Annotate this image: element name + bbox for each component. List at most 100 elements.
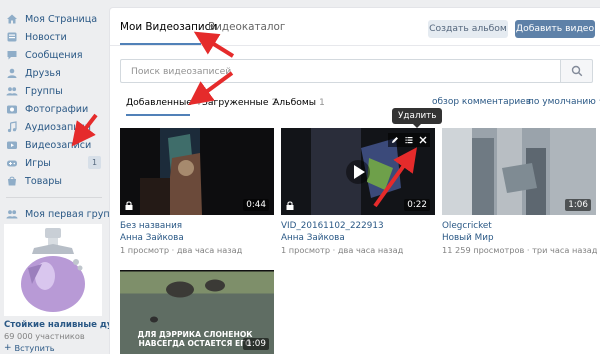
games-icon — [6, 157, 18, 169]
add-video-button[interactable]: Добавить видео — [515, 20, 595, 38]
ad-members-count: 69 000 участников — [4, 331, 85, 341]
sidebar-ad[interactable]: Стойкие наливные духи. 69 000 участников… — [4, 224, 127, 353]
video-title[interactable]: VID_20161102_222913 — [281, 221, 435, 231]
groups-icon — [6, 85, 18, 97]
goods-icon — [6, 175, 18, 187]
tab-my-videos[interactable]: Мои Видеозаписи — [120, 21, 217, 33]
videos-panel: Мои Видеозаписи Видеокаталог Создать аль… — [110, 8, 600, 354]
sidebar-item-messages[interactable]: Сообщения — [0, 46, 108, 64]
video-card[interactable]: ДЛЯ ДЭРРИКА СЛОНЕНОК НАВСЕГДА ОСТАЕТСЯ Е… — [120, 270, 274, 354]
sidebar-item-news[interactable]: Новости — [0, 28, 108, 46]
search-button[interactable] — [560, 59, 593, 83]
video-duration: 0:44 — [243, 199, 269, 211]
edit-button[interactable] — [388, 133, 402, 147]
subtab-albums-label: Альбомы — [273, 97, 317, 108]
active-tab-underline — [120, 43, 201, 45]
video-time: два часа назад — [337, 245, 404, 255]
subtab-albums-count: 1 — [319, 97, 325, 108]
lock-icon — [286, 201, 294, 210]
sidebar-item-my-group[interactable]: Моя первая группа — [0, 205, 122, 223]
tab-video-catalog[interactable]: Видеокаталог — [208, 21, 285, 33]
lock-icon — [125, 201, 133, 210]
sidebar-item-friends[interactable]: Друзья — [0, 64, 108, 82]
video-thumbnail[interactable]: 1:06 — [442, 128, 596, 215]
video-subtabs: Добавленные 4 Загруженные 2 Альбомы 1 обзор… — [110, 92, 600, 120]
delete-button[interactable] — [416, 133, 430, 147]
games-count-badge: 1 — [88, 156, 101, 169]
video-title[interactable]: Olegcricket — [442, 221, 596, 231]
video-duration: 1:06 — [565, 199, 591, 211]
video-meta: 1 просмотр · два часа назад — [281, 245, 404, 255]
create-album-button[interactable]: Создать альбом — [428, 20, 508, 38]
friends-icon — [6, 67, 18, 79]
sidebar-item-music[interactable]: Аудиозаписи — [0, 118, 108, 136]
list-icon — [405, 137, 413, 144]
subtab-albums[interactable]: Альбомы 1 — [273, 97, 325, 108]
plus-icon: + — [4, 343, 12, 353]
home-icon — [6, 13, 18, 25]
sidebar-item-label: Друзья — [25, 67, 61, 79]
video-duration: 1:09 — [243, 338, 269, 350]
video-thumbnail[interactable]: 0:44 — [120, 128, 274, 215]
sort-label: по умолчанию — [528, 97, 596, 107]
sidebar-item-label: Игры — [25, 157, 51, 169]
video-title[interactable]: Без названия — [120, 221, 274, 231]
video-meta: 11 259 просмотров · три часа назад — [442, 245, 598, 255]
subtab-added[interactable]: Добавленные 4 — [126, 97, 201, 108]
group-icon — [6, 208, 18, 220]
video-author[interactable]: Анна Зайкова — [281, 233, 435, 243]
news-icon — [6, 31, 18, 43]
video-thumbnail[interactable]: 0:22 — [281, 128, 435, 215]
sidebar-item-label: Моя первая группа — [25, 208, 122, 220]
sidebar-item-label: Новости — [25, 31, 67, 43]
close-icon — [419, 136, 427, 144]
subtab-added-count: 4 — [194, 97, 201, 108]
ad-join-label: Вступить — [14, 343, 55, 353]
perfume-bottle-image[interactable] — [4, 224, 102, 316]
pencil-icon — [392, 137, 398, 143]
add-to-album-button[interactable] — [402, 133, 416, 147]
sidebar-item-label: Моя Страница — [25, 13, 98, 25]
sidebar-item-label: Видеозаписи — [25, 139, 92, 151]
sidebar-item-label: Фотографии — [25, 103, 89, 115]
photos-icon — [6, 103, 18, 115]
video-duration: 0:22 — [404, 199, 430, 211]
sidebar-item-photos[interactable]: Фотографии — [0, 100, 108, 118]
sidebar-item-goods[interactable]: Товары — [0, 172, 108, 190]
video-time: три часа назад — [532, 245, 598, 255]
video-author[interactable]: Новый Мир — [442, 233, 596, 243]
delete-tooltip: Удалить — [392, 108, 443, 128]
music-icon — [6, 121, 18, 133]
video-card[interactable]: 1:06 Olegcricket Новый Мир 11 259 просмо… — [442, 128, 598, 255]
sort-dropdown[interactable]: по умолчанию — [528, 96, 600, 107]
video-card[interactable]: 0:22 VID_20161102_222913 Анна Зайкова 1 … — [281, 128, 435, 255]
subtab-added-label: Добавленные — [126, 97, 192, 108]
sidebar-item-videos[interactable]: Видеозаписи — [0, 136, 108, 154]
sidebar-item-my-page[interactable]: Моя Страница — [0, 10, 108, 28]
video-icon — [6, 139, 18, 151]
video-time: два часа назад — [176, 245, 243, 255]
video-views: 1 просмотр — [120, 245, 170, 255]
video-author[interactable]: Анна Зайкова — [120, 233, 274, 243]
video-meta: 1 просмотр · два часа назад — [120, 245, 243, 255]
header-tabs: Мои Видеозаписи Видеокаталог Создать аль… — [110, 8, 600, 46]
subtab-uploaded[interactable]: Загруженные 2 — [202, 97, 277, 108]
sidebar-item-label: Группы — [25, 85, 63, 97]
search-icon — [571, 65, 582, 77]
video-caption-overlay: ДЛЯ ДЭРРИКА СЛОНЕНОК НАВСЕГДА ОСТАЕТСЯ Е… — [137, 330, 253, 348]
comments-review-link[interactable]: обзор комментариев — [432, 97, 531, 107]
subtab-uploaded-label: Загруженные — [202, 97, 269, 108]
search-input[interactable] — [120, 59, 560, 83]
video-views: 11 259 просмотров — [442, 245, 525, 255]
sidebar-item-label: Товары — [25, 175, 62, 187]
sidebar-item-games[interactable]: Игры 1 — [0, 154, 108, 172]
video-views: 1 просмотр — [281, 245, 331, 255]
left-sidebar: Моя Страница Новости Сообщения Друзья Гр… — [0, 0, 127, 354]
video-thumbnail[interactable]: ДЛЯ ДЭРРИКА СЛОНЕНОК НАВСЕГДА ОСТАЕТСЯ Е… — [120, 270, 274, 354]
active-subtab-underline — [126, 114, 190, 116]
ad-title[interactable]: Стойкие наливные духи. — [4, 320, 127, 330]
sidebar-item-label: Аудиозаписи — [25, 121, 91, 133]
video-card[interactable]: 0:44 Без названия Анна Зайкова 1 просмот… — [120, 128, 274, 255]
sidebar-item-groups[interactable]: Группы — [0, 82, 108, 100]
ad-join-button[interactable]: + Вступить — [4, 343, 102, 353]
